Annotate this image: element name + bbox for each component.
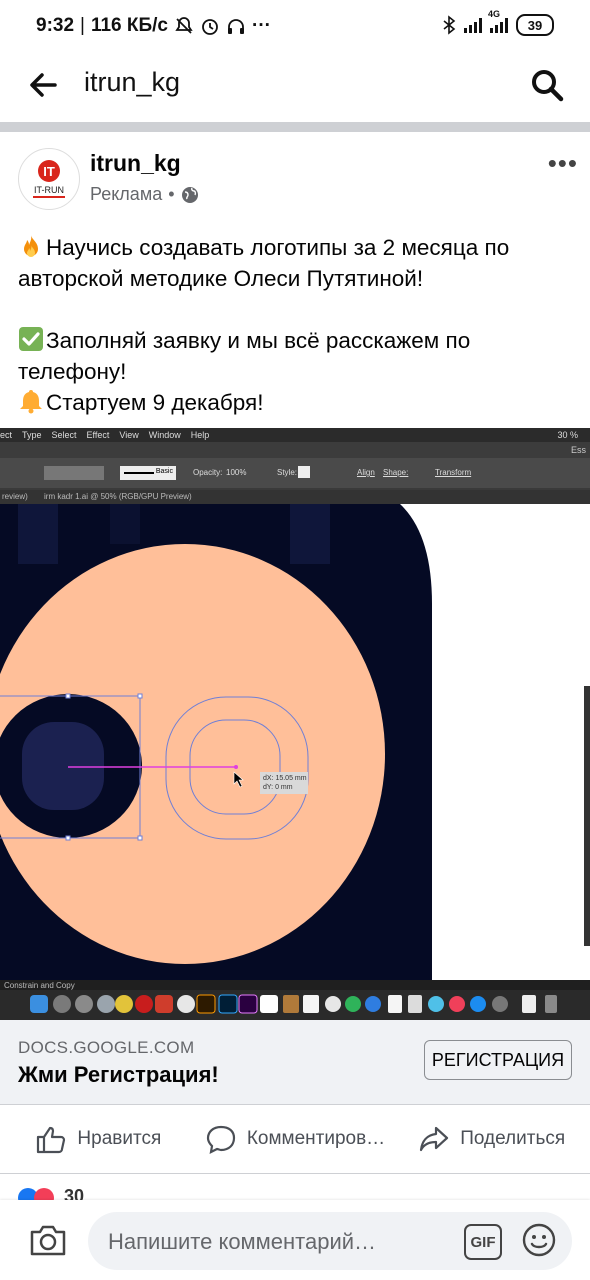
status-bar: 9:32 | 116 КБ/с ··· 4G 39	[0, 0, 590, 56]
style-label: Style:	[277, 468, 298, 477]
opacity-label: Opacity:	[193, 468, 223, 477]
thumbs-up-icon	[37, 1126, 66, 1154]
dot-separator: •	[168, 184, 175, 204]
signal-icon-2: 4G	[488, 9, 508, 33]
link-preview[interactable]: DOCS.GOOGLE.COM Жми Регистрация! РЕГИСТР…	[0, 1020, 590, 1104]
control-toolbar: Basic Opacity: 100% Style: Align Shape: …	[0, 458, 590, 488]
post-video[interactable]: ect Type Select Effect View Window Help …	[0, 428, 590, 1020]
more-status-icon: ···	[252, 15, 271, 36]
post-header: IT IT-RUN itrun_kg Реклама • •••	[18, 148, 578, 212]
style-swatch	[298, 466, 310, 478]
comment-button[interactable]: Комментиров…	[197, 1105, 394, 1173]
like-label: Нравится	[77, 1128, 162, 1149]
measure-dx: dX: 15.05 mm	[263, 775, 307, 782]
like-button[interactable]: Нравится	[0, 1105, 197, 1173]
feed-divider	[0, 122, 590, 132]
bell-icon	[20, 390, 42, 414]
network-type: 4G	[488, 9, 501, 19]
post-line-3: Стартуем 9 декабря!	[18, 387, 574, 418]
artboard-canvas: dX: 15.05 mm dY: 0 mm	[0, 504, 590, 1010]
mac-dock	[0, 990, 590, 1020]
post-page-name[interactable]: itrun_kg	[90, 150, 181, 177]
panel-edge	[584, 686, 590, 946]
do-not-disturb-icon	[175, 17, 193, 34]
comment-icon	[206, 1125, 235, 1154]
comment-placeholder: Напишите комментарий…	[108, 1229, 377, 1254]
globe-icon	[181, 186, 198, 203]
post-actions: Нравится Комментиров… Поделиться	[0, 1104, 590, 1174]
page-title: itrun_kg	[84, 67, 181, 97]
register-button[interactable]: РЕГИСТРАЦИЯ	[424, 1040, 572, 1080]
comment-label: Комментиров…	[246, 1128, 386, 1149]
post-line-3-text: Стартуем 9 декабря!	[46, 390, 264, 415]
share-button[interactable]: Поделиться	[393, 1105, 590, 1173]
svg-text:IT-RUN: IT-RUN	[34, 185, 64, 195]
itrun-logo-icon: IT IT-RUN	[33, 160, 65, 198]
svg-text:IT: IT	[43, 164, 55, 179]
share-icon	[420, 1126, 449, 1152]
shape-label: Shape:	[383, 468, 409, 477]
avatar[interactable]: IT IT-RUN	[18, 148, 80, 210]
comment-composer: Напишите комментарий… GIF	[0, 1200, 590, 1280]
more-options-icon[interactable]: •••	[548, 148, 578, 179]
post-line-2: Заполняй заявку и мы всё расскажем по те…	[18, 325, 574, 387]
post-text: Научись создавать логотипы за 2 месяца п…	[18, 232, 574, 418]
battery-indicator: 39	[516, 14, 554, 36]
menu-item: View	[119, 430, 139, 440]
fire-icon	[24, 235, 38, 257]
mac-menubar: ect Type Select Effect View Window Help …	[0, 428, 590, 442]
share-label: Поделиться	[460, 1128, 566, 1149]
gif-button[interactable]: GIF	[464, 1224, 502, 1260]
sponsored-label-row: Реклама •	[90, 184, 199, 205]
stroke-profile: Basic	[120, 466, 176, 480]
app-header-strip: Ess	[0, 442, 590, 458]
link-title: Жми Регистрация!	[18, 1062, 219, 1087]
status-left: 9:32 | 116 КБ/с ···	[36, 15, 271, 37]
dock-icons	[0, 990, 590, 1020]
menu-item: Effect	[86, 430, 110, 440]
emoji-icon[interactable]	[522, 1223, 556, 1257]
post-line-1: Научись создавать логотипы за 2 месяца п…	[18, 232, 574, 294]
post-line-2-text: Заполняй заявку и мы всё расскажем по те…	[18, 328, 471, 384]
document-tabs: review) irm kadr 1.ai @ 50% (RGB/GPU Pre…	[0, 490, 590, 504]
camera-icon[interactable]	[28, 1222, 68, 1258]
menu-item: Window	[148, 430, 181, 440]
illustration-artwork	[0, 504, 590, 1010]
app-bar: itrun_kg	[0, 56, 590, 122]
status-network-speed: 116 КБ/с	[90, 15, 168, 36]
fill-swatch	[44, 466, 104, 480]
arrow-left-icon[interactable]	[28, 70, 58, 100]
status-time: 9:32	[36, 15, 75, 36]
signal-icon-1	[464, 17, 482, 33]
post-line-1-text: Научись создавать логотипы за 2 месяца п…	[18, 235, 510, 291]
sponsored-label: Реклама	[90, 184, 163, 204]
status-text: Constrain and Copy	[4, 981, 75, 990]
menu-item: ect	[0, 430, 13, 440]
menu-item: Help	[190, 430, 210, 440]
post-gap	[18, 294, 574, 325]
status-right: 4G 39	[442, 9, 554, 36]
doc-tab-1: review)	[2, 492, 28, 501]
search-icon[interactable]	[530, 68, 564, 102]
align-label: Align	[357, 468, 375, 477]
check-mark-icon	[19, 327, 43, 351]
doc-tab-2: irm kadr 1.ai @ 50% (RGB/GPU Preview)	[44, 492, 192, 501]
transform-label: Transform	[435, 468, 472, 477]
menu-item: Select	[51, 430, 77, 440]
brush-basic-label: Basic	[155, 468, 173, 475]
mac-battery-text: 30 %	[557, 430, 578, 440]
status-separator: |	[80, 15, 85, 36]
menu-item: Type	[22, 430, 42, 440]
measure-dy: dY: 0 mm	[263, 784, 293, 791]
link-domain: DOCS.GOOGLE.COM	[18, 1038, 195, 1057]
bluetooth-icon	[443, 15, 456, 35]
alarm-icon	[202, 19, 218, 35]
opacity-value: 100%	[226, 468, 247, 477]
headphones-icon	[228, 19, 244, 34]
essentials-label: Ess	[570, 445, 586, 455]
comment-input[interactable]: Напишите комментарий… GIF	[88, 1212, 572, 1270]
